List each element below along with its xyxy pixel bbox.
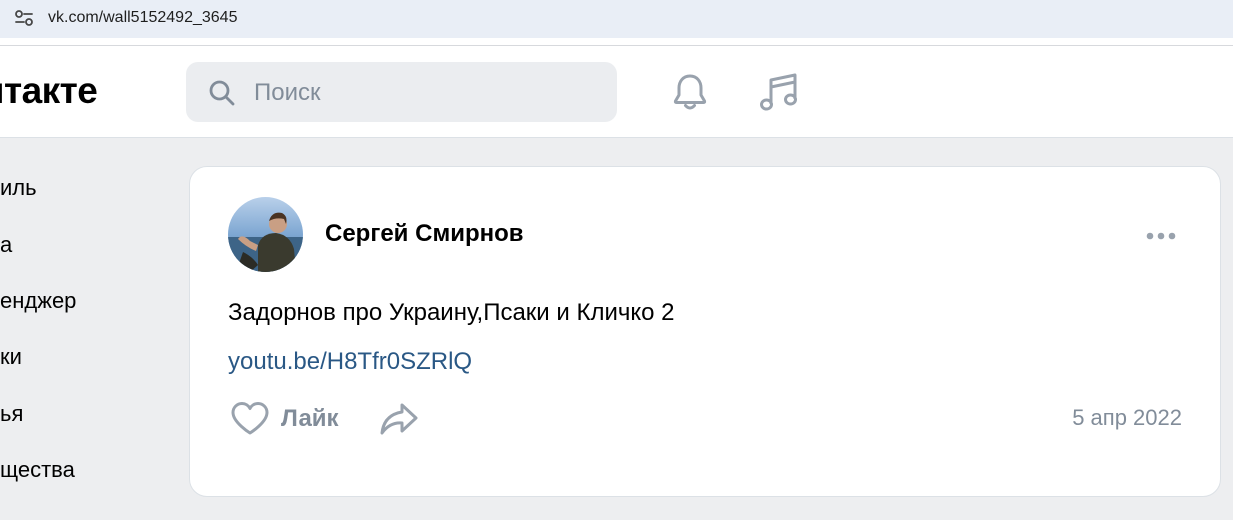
sidebar-item-profile[interactable]: иль (0, 175, 37, 201)
post-card: Сергей Смирнов Задорнов про Украину,Псак… (189, 166, 1221, 497)
avatar[interactable] (228, 197, 303, 272)
site-logo[interactable]: онтакте (0, 70, 98, 112)
sidebar-item-calls[interactable]: ки (0, 344, 22, 370)
site-settings-icon[interactable] (13, 7, 35, 29)
post-text: Задорнов про Украину,Псаки и Кличко 2 (228, 299, 675, 326)
url-field[interactable]: vk.com/wall5152492_3645 (48, 9, 237, 27)
post-link[interactable]: youtu.be/H8Tfr0SZRlQ (228, 348, 472, 376)
like-label: Лайк (281, 405, 339, 432)
more-options-icon[interactable] (1145, 229, 1177, 241)
search-icon (208, 79, 236, 107)
search-box[interactable] (186, 62, 617, 122)
sidebar-item-messenger[interactable]: енджер (0, 288, 76, 314)
music-icon[interactable] (758, 70, 800, 114)
post-author-name[interactable]: Сергей Смирнов (325, 220, 524, 248)
sidebar-item-communities[interactable]: щества (0, 457, 75, 483)
share-icon[interactable] (378, 401, 420, 437)
site-header: онтакте (0, 46, 1233, 138)
search-input[interactable] (252, 76, 596, 110)
post-date[interactable]: 5 апр 2022 (1072, 405, 1182, 431)
bell-icon[interactable] (670, 72, 710, 112)
sidebar-item-news[interactable]: а (0, 232, 12, 258)
heart-icon (230, 401, 270, 437)
browser-address-bar: vk.com/wall5152492_3645 (0, 0, 1233, 38)
like-button[interactable]: Лайк (230, 399, 339, 439)
sidebar-item-friends[interactable]: ья (0, 401, 23, 427)
